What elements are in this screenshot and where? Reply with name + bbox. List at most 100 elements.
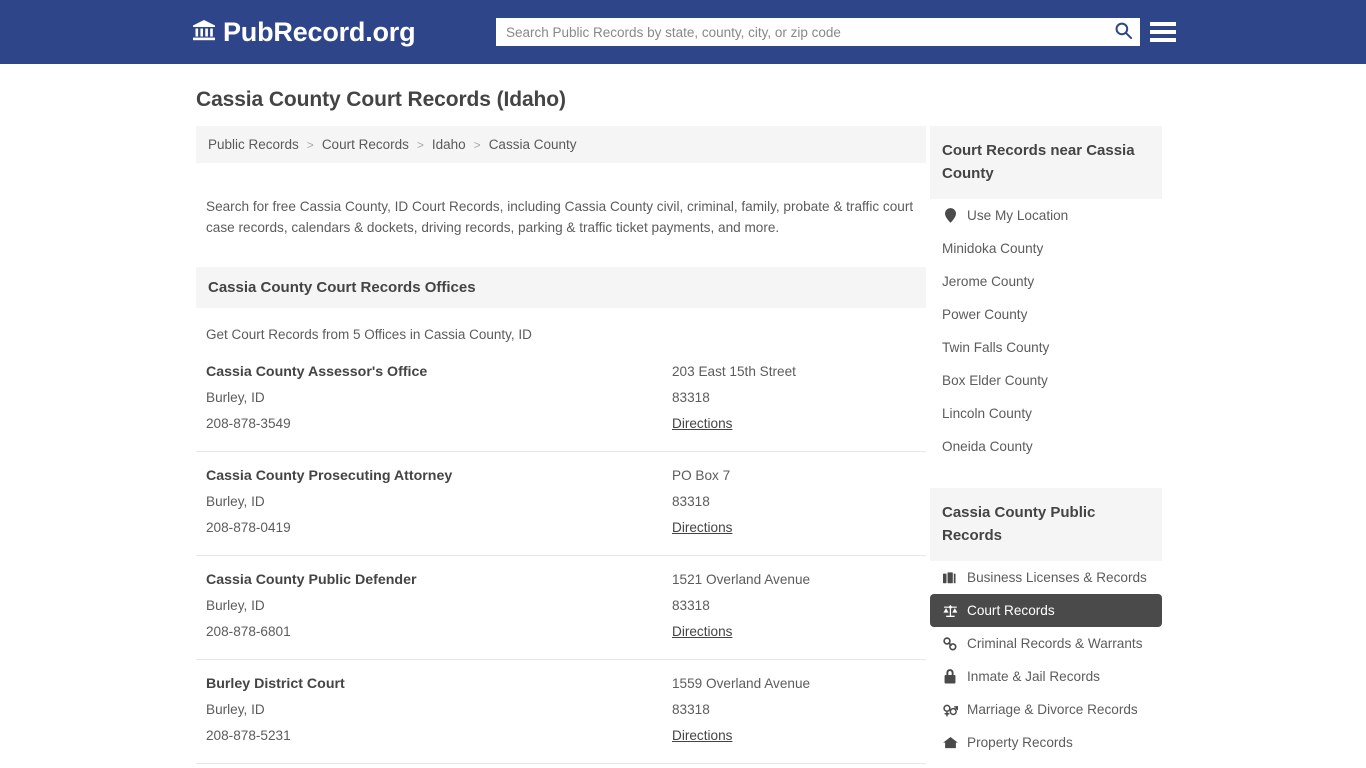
breadcrumb-separator: > (307, 138, 314, 152)
public-records-heading: Cassia County Public Records (930, 488, 1162, 561)
office-zip: 83318 (672, 489, 916, 515)
office-phone: 208-878-6801 (206, 619, 672, 645)
sidebar-item-label: Criminal Records & Warrants (967, 636, 1143, 651)
office-name-link[interactable]: Cassia County Prosecuting Attorney (206, 463, 672, 489)
site-header: PubRecord.org (0, 0, 1366, 64)
office-zip: 83318 (672, 593, 916, 619)
breadcrumb-item-cassia-county: Cassia County (489, 137, 577, 152)
office-address: PO Box 7 83318 Directions (672, 463, 916, 541)
search-bar (496, 18, 1140, 46)
sidebar-item-marriage-divorce-records[interactable]: Marriage & Divorce Records (930, 693, 1162, 726)
breadcrumb-item-idaho[interactable]: Idaho (432, 137, 466, 152)
office-city-state: Burley, ID (206, 385, 672, 411)
search-icon (1114, 21, 1133, 43)
office-info: Cassia County Public Defender Burley, ID… (206, 567, 672, 645)
nearby-records-heading: Court Records near Cassia County (930, 126, 1162, 199)
sidebar-item-label: Power County (942, 307, 1027, 322)
sidebar-item-lincoln-county[interactable]: Lincoln County (930, 397, 1162, 430)
office-city-state: Burley, ID (206, 697, 672, 723)
sidebar-item-jerome-county[interactable]: Jerome County (930, 265, 1162, 298)
sidebar-item-inmate-jail-records[interactable]: Inmate & Jail Records (930, 660, 1162, 693)
sidebar-item-label: Inmate & Jail Records (967, 669, 1100, 684)
sidebar-item-twin-falls-county[interactable]: Twin Falls County (930, 331, 1162, 364)
office-phone: 208-878-3549 (206, 411, 672, 437)
sidebar-item-label: Box Elder County (942, 373, 1048, 388)
directions-link[interactable]: Directions (672, 619, 732, 645)
office-info: Cassia County Assessor's Office Burley, … (206, 359, 672, 437)
office-name-link[interactable]: Burley District Court (206, 671, 672, 697)
offices-section-heading: Cassia County Court Records Offices (196, 267, 926, 308)
page-description: Search for free Cassia County, ID Court … (196, 177, 926, 254)
map-pin-icon (942, 208, 958, 223)
office-name-link[interactable]: Cassia County Public Defender (206, 567, 672, 593)
office-street: 203 East 15th Street (672, 359, 916, 385)
office-street: PO Box 7 (672, 463, 916, 489)
office-zip: 83318 (672, 697, 916, 723)
office-zip: 83318 (672, 385, 916, 411)
office-info: Cassia County Prosecuting Attorney Burle… (206, 463, 672, 541)
sidebar-item-box-elder-county[interactable]: Box Elder County (930, 364, 1162, 397)
sidebar-item-minidoka-county[interactable]: Minidoka County (930, 232, 1162, 265)
sidebar-item-label: Lincoln County (942, 406, 1032, 421)
public-records-box: Cassia County Public Records Business Li… (930, 488, 1162, 759)
content-columns: Public Records > Court Records > Idaho >… (0, 126, 1366, 768)
office-phone: 208-878-0419 (206, 515, 672, 541)
hamburger-menu-icon[interactable] (1150, 18, 1176, 46)
search-button[interactable] (1106, 18, 1140, 46)
sidebar-item-label: Oneida County (942, 439, 1033, 454)
sidebar-item-label: Jerome County (942, 274, 1034, 289)
office-address: 1559 Overland Avenue 83318 Directions (672, 671, 916, 749)
breadcrumb-separator: > (417, 138, 424, 152)
sidebar-item-label: Property Records (967, 735, 1073, 750)
office-phone: 208-878-5231 (206, 723, 672, 749)
office-street: 1559 Overland Avenue (672, 671, 916, 697)
sidebar-spacer (930, 469, 1162, 488)
page-body: Cassia County Court Records (Idaho) Publ… (0, 64, 1366, 768)
office-name-link[interactable]: Cassia County Assessor's Office (206, 359, 672, 385)
briefcase-icon (942, 571, 958, 585)
main-content: Public Records > Court Records > Idaho >… (196, 126, 926, 768)
table-row: Burley District Court Burley, ID 208-878… (196, 659, 926, 763)
office-city-state: Burley, ID (206, 593, 672, 619)
handcuffs-icon (942, 637, 958, 651)
sidebar-item-label: Marriage & Divorce Records (967, 702, 1138, 717)
nearby-records-box: Court Records near Cassia County Use My … (930, 126, 1162, 463)
gender-symbols-icon (942, 703, 958, 717)
sidebar-item-label: Minidoka County (942, 241, 1043, 256)
sidebar-item-criminal-records[interactable]: Criminal Records & Warrants (930, 627, 1162, 660)
site-brand-name: PubRecord.org (223, 19, 415, 46)
sidebar-item-label: Court Records (967, 603, 1055, 618)
breadcrumb: Public Records > Court Records > Idaho >… (196, 126, 926, 163)
hamburger-bar (1150, 38, 1176, 42)
breadcrumb-item-public-records[interactable]: Public Records (208, 137, 299, 152)
sidebar-item-use-my-location[interactable]: Use My Location (930, 199, 1162, 232)
sidebar-item-business-licenses[interactable]: Business Licenses & Records (930, 561, 1162, 594)
office-street: 1521 Overland Avenue (672, 567, 916, 593)
sidebar-item-property-records[interactable]: Property Records (930, 726, 1162, 759)
table-row: Burley Driver's License Office Burley, I… (196, 763, 926, 768)
page-title: Cassia County Court Records (Idaho) (0, 64, 1366, 126)
house-icon (942, 736, 958, 749)
sidebar-item-power-county[interactable]: Power County (930, 298, 1162, 331)
scales-of-justice-icon (942, 604, 958, 618)
offices-section-subheading: Get Court Records from 5 Offices in Cass… (196, 308, 926, 359)
bank-building-icon (192, 18, 216, 47)
sidebar-item-oneida-county[interactable]: Oneida County (930, 430, 1162, 463)
hamburger-bar (1150, 22, 1176, 26)
directions-link[interactable]: Directions (672, 723, 732, 749)
sidebar: Court Records near Cassia County Use My … (930, 126, 1162, 768)
directions-link[interactable]: Directions (672, 411, 732, 437)
lock-icon (942, 669, 958, 684)
table-row: Cassia County Prosecuting Attorney Burle… (196, 451, 926, 555)
site-logo-link[interactable]: PubRecord.org (192, 18, 415, 47)
office-city-state: Burley, ID (206, 489, 672, 515)
sidebar-item-court-records[interactable]: Court Records (930, 594, 1162, 627)
office-address: 1521 Overland Avenue 83318 Directions (672, 567, 916, 645)
office-address: 203 East 15th Street 83318 Directions (672, 359, 916, 437)
sidebar-item-label: Use My Location (967, 208, 1068, 223)
breadcrumb-item-court-records[interactable]: Court Records (322, 137, 409, 152)
search-input[interactable] (496, 18, 1106, 46)
table-row: Cassia County Public Defender Burley, ID… (196, 555, 926, 659)
directions-link[interactable]: Directions (672, 515, 732, 541)
sidebar-item-label: Twin Falls County (942, 340, 1049, 355)
